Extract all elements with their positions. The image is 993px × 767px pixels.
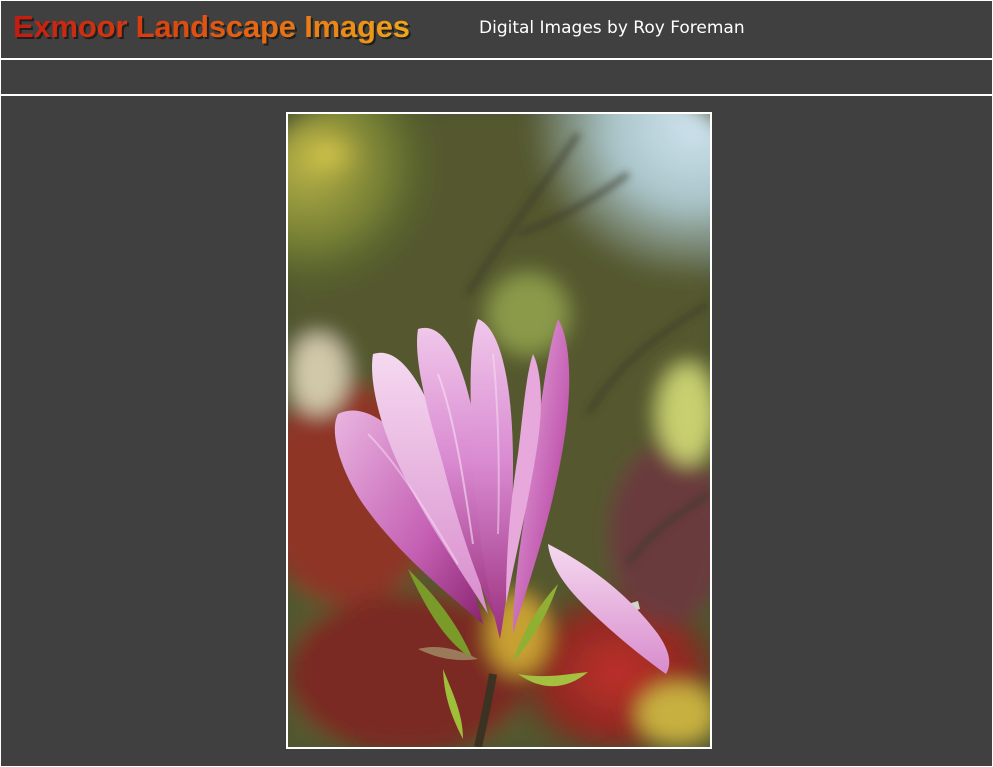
page-frame: Exmoor Landscape Images Digital Images b… (0, 0, 993, 767)
nav-bar (1, 60, 992, 96)
site-header: Exmoor Landscape Images Digital Images b… (1, 1, 992, 60)
site-subtitle: Digital Images by Roy Foreman (479, 18, 745, 38)
magnolia-photo-image (288, 114, 710, 747)
magnolia-photo (286, 112, 712, 749)
site-title[interactable]: Exmoor Landscape Images (13, 7, 410, 47)
